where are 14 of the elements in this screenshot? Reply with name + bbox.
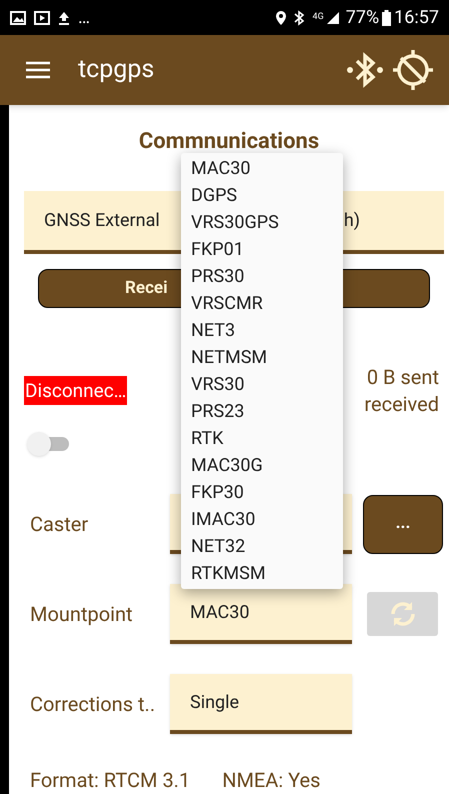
field-label: Mountpoint [30, 601, 134, 628]
app-title: tcpgps [78, 54, 156, 86]
bytes-received: received [364, 391, 439, 418]
network-type: 4G [312, 13, 324, 22]
clock: 16:57 [394, 8, 439, 26]
notification-overflow: … [78, 8, 90, 26]
section-title: Commnunications [138, 128, 320, 156]
field-label: Corrections t.. [30, 691, 156, 718]
nmea-info: NMEA: Yes [222, 768, 320, 792]
format-info: Format: RTCM 3.1 [30, 768, 190, 792]
battery-level: 77% [346, 8, 380, 26]
field-label: Caster [30, 511, 90, 538]
connection-status: Disconnec… [24, 376, 128, 405]
bytes-sent: 0 B sent [366, 364, 439, 391]
